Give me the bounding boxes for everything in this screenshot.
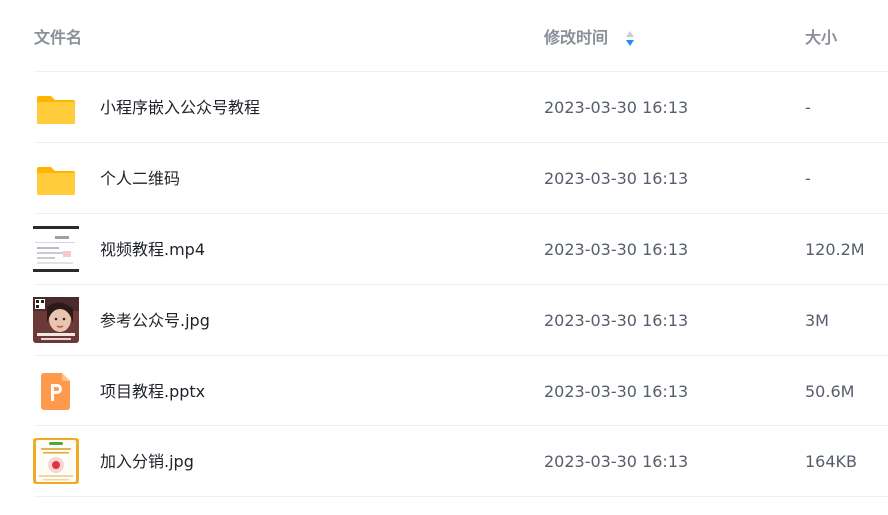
file-row[interactable]: 加入分销.jpg 2023-03-30 16:13 164KB (0, 426, 888, 497)
file-size: 3M (805, 311, 829, 330)
file-modified-time: 2023-03-30 16:13 (544, 98, 689, 117)
file-name[interactable]: 个人二维码 (100, 168, 180, 190)
file-modified-time: 2023-03-30 16:13 (544, 452, 689, 471)
file-name[interactable]: 参考公众号.jpg (100, 310, 210, 332)
file-list-header: 文件名 修改时间 大小 (0, 0, 888, 72)
file-row[interactable]: 视频教程.mp4 2023-03-30 16:13 120.2M (0, 214, 888, 285)
image-thumbnail (33, 297, 79, 343)
file-row[interactable]: 项目教程.pptx 2023-03-30 16:13 50.6M (0, 356, 888, 427)
file-row[interactable]: 参考公众号.jpg 2023-03-30 16:13 3M (0, 285, 888, 356)
file-modified-time: 2023-03-30 16:13 (544, 382, 689, 401)
file-name[interactable]: 小程序嵌入公众号教程 (100, 97, 260, 119)
file-size: 120.2M (805, 240, 865, 259)
pptx-icon (41, 373, 70, 410)
divider (34, 496, 888, 497)
folder-icon (37, 96, 75, 124)
file-name[interactable]: 项目教程.pptx (100, 381, 205, 403)
folder-icon (37, 167, 75, 195)
file-modified-time: 2023-03-30 16:13 (544, 169, 689, 188)
file-name[interactable]: 加入分销.jpg (100, 451, 194, 473)
file-name[interactable]: 视频教程.mp4 (100, 239, 205, 261)
video-thumbnail (33, 226, 79, 272)
file-row[interactable]: 小程序嵌入公众号教程 2023-03-30 16:13 - (0, 72, 888, 143)
sort-icon[interactable] (624, 28, 636, 48)
file-row[interactable]: 个人二维码 2023-03-30 16:13 - (0, 143, 888, 214)
file-size: - (805, 169, 811, 188)
file-modified-time: 2023-03-30 16:13 (544, 240, 689, 259)
file-size: 164KB (805, 452, 858, 471)
column-header-modified-time[interactable]: 修改时间 (544, 28, 608, 48)
file-size: 50.6M (805, 382, 855, 401)
file-size: - (805, 98, 811, 117)
image-thumbnail (33, 438, 79, 484)
file-modified-time: 2023-03-30 16:13 (544, 311, 689, 330)
column-header-size[interactable]: 大小 (805, 28, 837, 48)
column-header-name[interactable]: 文件名 (34, 28, 82, 48)
